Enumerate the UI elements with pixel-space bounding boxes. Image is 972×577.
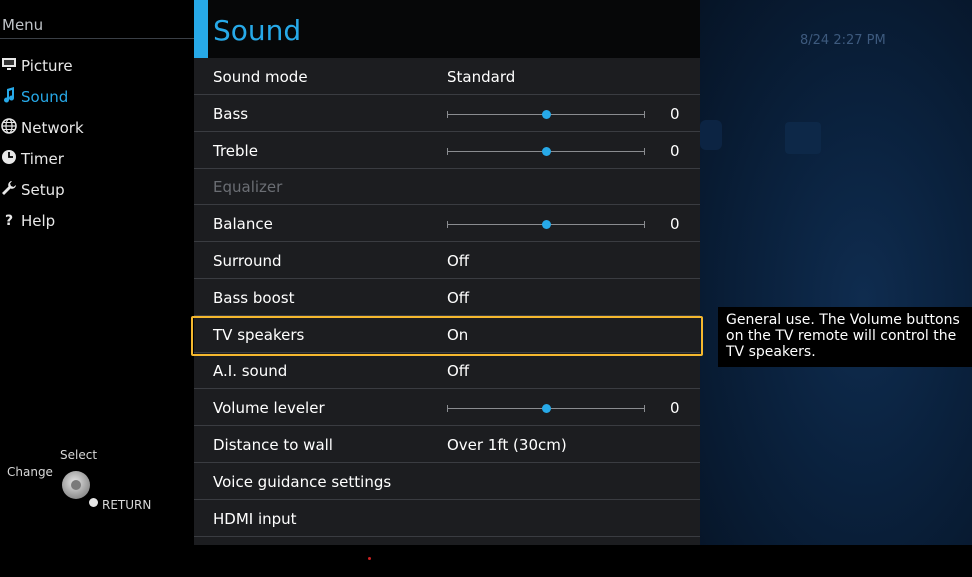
setting-row-voice-guidance-settings[interactable]: Voice guidance settings [194, 464, 700, 500]
setting-value: Over 1ft (30cm) [447, 436, 567, 454]
slider-track[interactable] [447, 220, 645, 230]
slider-tick [644, 221, 645, 229]
setting-row-bass[interactable]: Bass 0 [194, 96, 700, 132]
hint-change: Change [7, 465, 53, 479]
slider-value: 0 [670, 399, 680, 418]
panel-header: Sound [194, 0, 700, 58]
slider-tick [644, 110, 645, 118]
setting-label: Bass [213, 104, 249, 123]
setting-label: Volume leveler [213, 399, 325, 418]
slider-track[interactable] [447, 146, 645, 156]
setting-row-hdmi-input[interactable]: HDMI input [194, 501, 700, 537]
nav-item-timer[interactable]: Timer [0, 147, 64, 171]
setting-row-a-i-sound[interactable]: A.I. sound Off [194, 353, 700, 390]
nav-item-network[interactable]: Network [0, 116, 84, 140]
indicator-dot [368, 557, 371, 560]
slider-knob[interactable] [542, 404, 551, 414]
setting-row-distance-to-wall[interactable]: Distance to wall Over 1ft (30cm) [194, 427, 700, 463]
slider-tick [447, 221, 448, 229]
nav-item-picture[interactable]: Picture [0, 54, 73, 78]
setting-label: Treble [213, 141, 258, 160]
setting-label: Balance [213, 215, 273, 234]
setting-value: Standard [447, 68, 516, 86]
menu-title: Menu [2, 16, 44, 34]
setting-label: Voice guidance settings [213, 472, 392, 491]
setting-label: TV speakers [213, 325, 305, 344]
tooltip-line: General use. The Volume buttons [726, 312, 960, 328]
nav-label-picture: Picture [21, 57, 73, 75]
slider-knob[interactable] [542, 146, 551, 156]
setting-label: HDMI input [213, 509, 297, 528]
setting-row-surround[interactable]: Surround Off [194, 243, 700, 279]
setting-row-equalizer: Equalizer [194, 169, 700, 206]
setting-row-treble[interactable]: Treble 0 [194, 133, 700, 169]
nav-label-timer: Timer [21, 150, 64, 168]
hint-select: Select [60, 448, 98, 462]
slider-knob[interactable] [542, 220, 551, 230]
setting-label: Surround [213, 252, 282, 270]
setting-label: Distance to wall [213, 436, 333, 454]
clock-icon [0, 149, 18, 169]
question-icon: ? [4, 213, 14, 229]
background-scene [700, 0, 972, 545]
setting-value: On [447, 325, 469, 344]
setting-label: Equalizer [213, 178, 283, 197]
music-note-icon [0, 87, 18, 107]
nav-item-setup[interactable]: Setup [0, 178, 65, 202]
slider-tick [447, 405, 448, 413]
page-title: Sound [213, 14, 302, 47]
setting-value: Off [447, 362, 470, 381]
picture-icon [0, 57, 18, 75]
nav-label-sound: Sound [21, 88, 69, 106]
setting-label: A.I. sound [213, 362, 288, 381]
slider-tick [644, 147, 645, 155]
setting-value: Off [447, 288, 470, 307]
setting-value: Off [447, 252, 470, 270]
slider-track[interactable] [447, 404, 645, 414]
header-accent [194, 0, 208, 58]
background-shape [700, 120, 722, 150]
slider-value: 0 [670, 104, 680, 123]
setting-label: Bass boost [213, 288, 295, 307]
slider-value: 0 [670, 141, 680, 160]
tooltip-line: on the TV remote will control the [726, 328, 957, 344]
setting-row-balance[interactable]: Balance 0 [194, 206, 700, 243]
return-button-icon [89, 498, 98, 507]
background-shape [785, 122, 821, 154]
dpad-icon [62, 471, 90, 499]
hint-return: RETURN [102, 498, 152, 512]
wrench-icon [0, 180, 18, 200]
slider-tick [644, 405, 645, 413]
slider-tick [447, 110, 448, 118]
setting-row-bass-boost[interactable]: Bass boost Off [194, 280, 700, 316]
clock-text: 8/24 2:27 PM [800, 33, 886, 48]
menu-divider [0, 38, 194, 39]
setting-row-volume-leveler[interactable]: Volume leveler 0 [194, 390, 700, 427]
slider-tick [447, 147, 448, 155]
slider-knob[interactable] [542, 109, 551, 119]
slider-value: 0 [670, 215, 680, 234]
help-tooltip: General use. The Volume buttons on the T… [718, 307, 972, 367]
sound-settings-panel: Sound Sound mode Standard Bass 0 Treble 0 Equa… [191, 0, 703, 545]
bottom-bar [0, 545, 972, 577]
nav-item-sound[interactable]: Sound [0, 85, 68, 109]
tooltip-line: TV speakers. [726, 344, 816, 360]
nav-label-help: Help [21, 212, 56, 230]
slider-track[interactable] [447, 109, 645, 119]
nav-label-network: Network [21, 119, 84, 137]
setting-row-tv-speakers[interactable]: TV speakers On [191, 315, 703, 356]
nav-label-setup: Setup [21, 181, 65, 199]
setting-row-sound-mode[interactable]: Sound mode Standard [194, 59, 700, 95]
nav-item-help[interactable]: ? Help [0, 209, 55, 233]
globe-icon [0, 118, 18, 138]
setting-label: Sound mode [213, 68, 308, 86]
